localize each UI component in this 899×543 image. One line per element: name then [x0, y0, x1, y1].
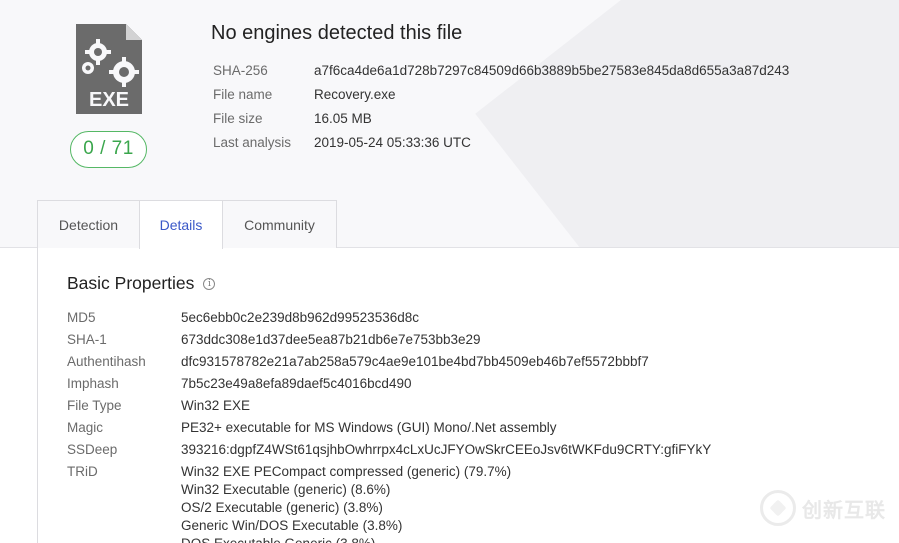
meta-row-filename: File name Recovery.exe [213, 82, 789, 106]
meta-row-filesize: File size 16.05 MB [213, 106, 789, 130]
tab-detection[interactable]: Detection [37, 200, 140, 249]
property-value[interactable]: dfc931578782e21a7ab258a579c4ae9e101be4bd… [181, 351, 649, 373]
trid-item: DOS Executable Generic (3.8%) [181, 535, 511, 543]
info-icon[interactable]: i [203, 277, 216, 290]
trid-item: Win32 Executable (generic) (8.6%) [181, 482, 391, 497]
property-value[interactable]: 5ec6ebb0c2e239d8b962d99523536d8c [181, 307, 419, 329]
tab-community[interactable]: Community [222, 200, 337, 249]
property-row: Authentihash dfc931578782e21a7ab258a579c… [67, 351, 711, 373]
property-value: Win32 EXE [181, 398, 251, 413]
basic-properties-heading: Basic Properties [67, 273, 195, 293]
property-key: Authentihash [67, 354, 146, 369]
meta-value[interactable]: Recovery.exe [314, 87, 396, 102]
meta-key: SHA-256 [213, 62, 268, 78]
property-key: MD5 [67, 310, 96, 325]
tab-bar: Detection Details Community [37, 200, 337, 249]
meta-key: File name [213, 86, 273, 102]
meta-value[interactable]: a7f6ca4de6a1d728b7297c84509d66b3889b5be2… [314, 63, 789, 78]
property-key: Imphash [67, 376, 119, 391]
section-title: Basic Properties i [67, 273, 216, 294]
property-row: Imphash 7b5c23e49a8efa89daef5c4016bcd490 [67, 373, 711, 395]
property-value[interactable]: 393216:dgpfZ4WSt61qsjhbOwhrrpx4cLxUcJFYO… [181, 439, 711, 461]
watermark: 创新互联 [760, 490, 886, 526]
watermark-text: 创新互联 [802, 497, 886, 522]
property-key: File Type [67, 398, 122, 413]
trid-item: OS/2 Executable (generic) (3.8%) [181, 500, 383, 515]
trid-item: Win32 EXE PECompact compressed (generic)… [181, 464, 512, 479]
detection-score-badge: 0 / 71 [70, 131, 147, 168]
property-row: MD5 5ec6ebb0c2e239d8b962d99523536d8c [67, 307, 711, 329]
property-row: SHA-1 673ddc308e1d37dee5ea87b21db6e7e753… [67, 329, 711, 351]
property-row: Magic PE32+ executable for MS Windows (G… [67, 417, 711, 439]
property-key: Magic [67, 420, 104, 435]
property-key: SSDeep [67, 442, 118, 457]
trid-list: Win32 EXE PECompact compressed (generic)… [181, 461, 511, 543]
page-title: No engines detected this file [211, 22, 463, 44]
property-value[interactable]: 7b5c23e49a8efa89daef5c4016bcd490 [181, 373, 411, 395]
property-row: SSDeep 393216:dgpfZ4WSt61qsjhbOwhrrpx4cL… [67, 439, 711, 461]
meta-value: 16.05 MB [314, 110, 372, 126]
watermark-logo-icon [760, 490, 796, 526]
exe-file-icon: EXE [76, 24, 142, 114]
property-key: SHA-1 [67, 332, 107, 347]
meta-row-last-analysis: Last analysis 2019-05-24 05:33:36 UTC [213, 130, 789, 154]
file-meta: SHA-256 a7f6ca4de6a1d728b7297c84509d66b3… [213, 58, 789, 154]
basic-properties-list: MD5 5ec6ebb0c2e239d8b962d99523536d8c SHA… [67, 307, 711, 543]
property-key: TRiD [67, 464, 98, 479]
exe-label: EXE [89, 89, 129, 111]
meta-value: 2019-05-24 05:33:36 UTC [314, 134, 471, 150]
trid-item: Generic Win/DOS Executable (3.8%) [181, 518, 403, 533]
property-value[interactable]: 673ddc308e1d37dee5ea87b21db6e7e753bb3e29 [181, 329, 481, 351]
tab-details[interactable]: Details [139, 200, 223, 249]
property-row-trid: TRiD Win32 EXE PECompact compressed (gen… [67, 461, 711, 543]
meta-key: Last analysis [213, 134, 292, 150]
property-value: PE32+ executable for MS Windows (GUI) Mo… [181, 420, 557, 435]
meta-key: File size [213, 110, 263, 126]
property-row: File Type Win32 EXE [67, 395, 711, 417]
meta-row-sha256: SHA-256 a7f6ca4de6a1d728b7297c84509d66b3… [213, 58, 789, 82]
